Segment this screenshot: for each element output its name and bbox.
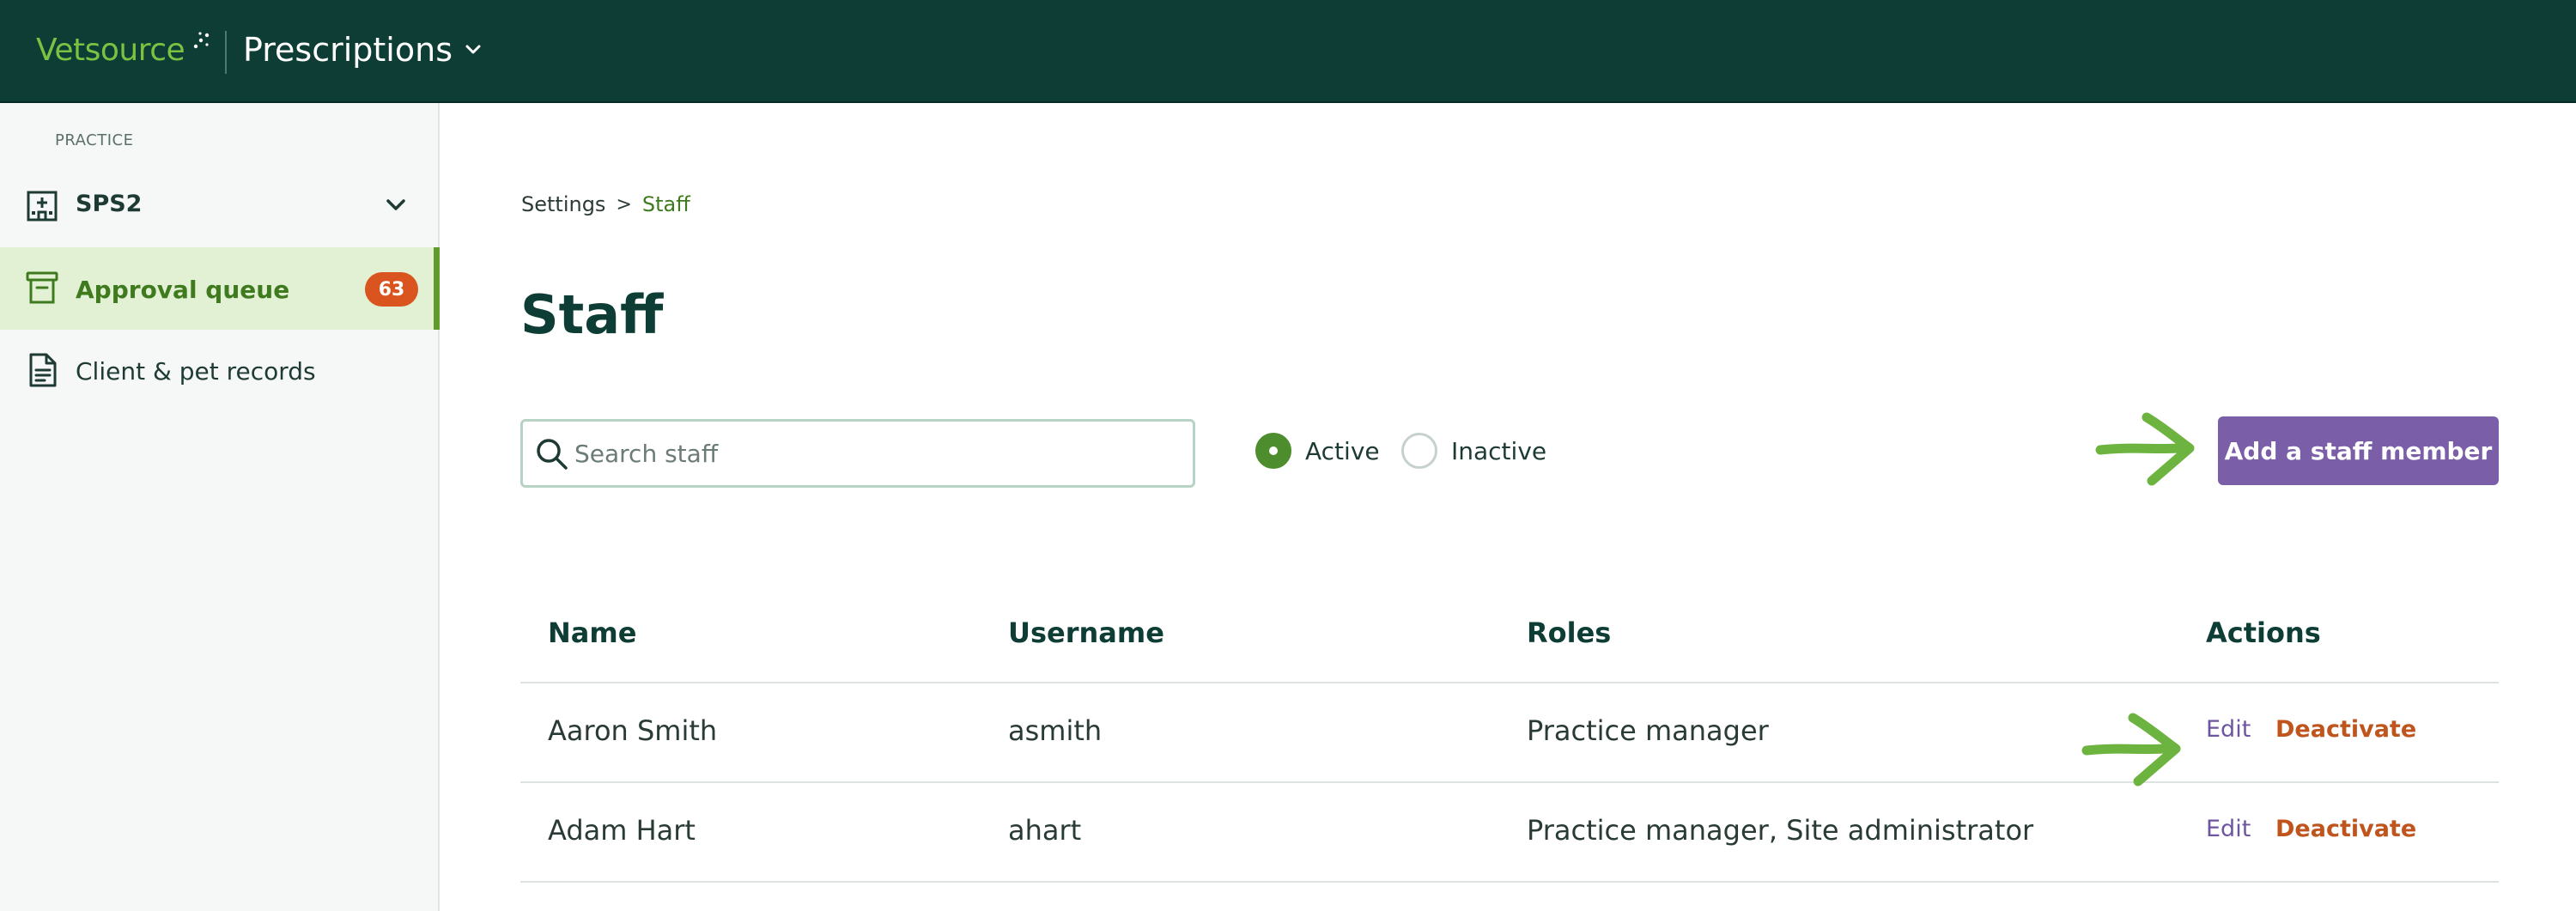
staff-table: Name Username Roles Actions Aaron Smith … xyxy=(520,596,2499,883)
column-header-username: Username xyxy=(1008,616,1164,649)
app-name: Prescriptions xyxy=(243,31,453,69)
sidebar-item-label: Approval queue xyxy=(76,276,290,304)
staff-roles: Practice manager xyxy=(1527,714,1769,747)
vetsource-logo[interactable]: Vetsource xyxy=(36,33,185,68)
radio-label-inactive: Inactive xyxy=(1451,436,1547,465)
app-switcher[interactable]: Prescriptions xyxy=(243,31,482,69)
status-active-radio[interactable]: Active xyxy=(1255,433,1380,469)
hospital-building-icon xyxy=(27,191,58,222)
sidebar-item-approval-queue[interactable]: Approval queue 63 xyxy=(0,247,440,330)
practice-name: SPS2 xyxy=(76,191,143,217)
status-inactive-radio[interactable]: Inactive xyxy=(1401,433,1546,469)
inbox-tray-icon xyxy=(26,271,58,304)
breadcrumb-current: Staff xyxy=(641,192,690,216)
annotation-arrow-icon xyxy=(2095,412,2195,486)
table-header: Name Username Roles Actions xyxy=(520,596,2499,683)
radio-button-unchecked[interactable] xyxy=(1401,433,1437,469)
search-input[interactable] xyxy=(574,432,1176,475)
deactivate-link[interactable]: Deactivate xyxy=(2275,816,2416,842)
staff-name: Aaron Smith xyxy=(548,714,718,747)
radio-label-active: Active xyxy=(1305,436,1380,465)
top-bar: Vetsource Prescriptions xyxy=(0,0,2576,103)
column-header-name: Name xyxy=(548,616,637,649)
table-row: Aaron Smith asmith Practice manager Edit… xyxy=(520,683,2499,783)
breadcrumb: Settings > Staff xyxy=(521,192,690,216)
add-staff-member-button[interactable]: Add a staff member xyxy=(2218,416,2499,485)
sparkle-icon xyxy=(193,32,210,49)
table-row: Adam Hart ahart Practice manager, Site a… xyxy=(520,783,2499,883)
search-field[interactable] xyxy=(520,419,1195,488)
breadcrumb-separator: > xyxy=(616,193,632,216)
deactivate-link[interactable]: Deactivate xyxy=(2275,716,2416,743)
header-divider xyxy=(225,31,227,74)
sidebar-section-label: PRACTICE xyxy=(55,131,134,149)
staff-username: asmith xyxy=(1008,714,1103,747)
chevron-down-icon xyxy=(465,45,481,54)
column-header-actions: Actions xyxy=(2206,616,2321,649)
staff-username: ahart xyxy=(1008,814,1082,847)
practice-selector[interactable]: SPS2 xyxy=(0,173,438,237)
sidebar-item-client-pet-records[interactable]: Client & pet records xyxy=(0,329,440,411)
sidebar: PRACTICE SPS2 Approval queue 63 Client &… xyxy=(0,103,440,911)
edit-link[interactable]: Edit xyxy=(2206,816,2251,842)
page-title: Staff xyxy=(520,283,664,346)
count-badge: 63 xyxy=(365,272,418,307)
radio-button-checked[interactable] xyxy=(1255,433,1291,469)
staff-name: Adam Hart xyxy=(548,814,696,847)
column-header-roles: Roles xyxy=(1527,616,1612,649)
search-icon xyxy=(537,439,568,470)
annotation-arrow-icon xyxy=(2081,713,2181,786)
chevron-down-icon xyxy=(386,199,405,210)
edit-link[interactable]: Edit xyxy=(2206,716,2251,743)
document-icon xyxy=(29,353,57,387)
sidebar-item-label: Client & pet records xyxy=(76,357,316,386)
staff-roles: Practice manager, Site administrator xyxy=(1527,814,2034,847)
breadcrumb-settings-link[interactable]: Settings xyxy=(521,192,605,216)
